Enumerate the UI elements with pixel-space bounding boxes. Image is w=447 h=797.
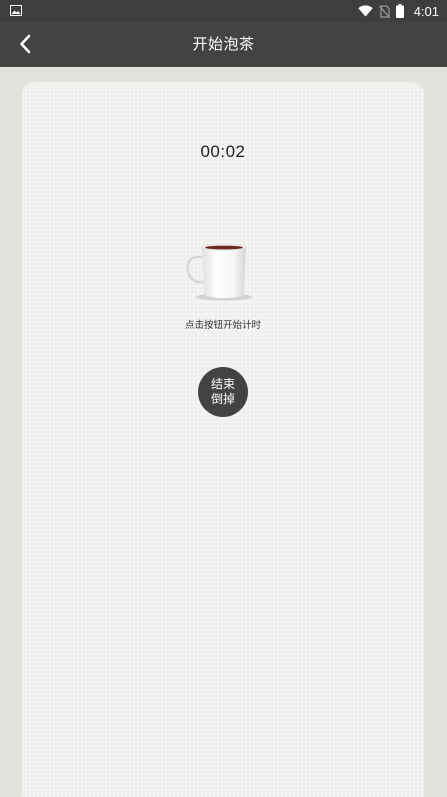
gallery-icon xyxy=(10,5,22,16)
timer-display: 00:02 xyxy=(200,142,246,161)
end-button-line1: 结束 xyxy=(210,377,235,391)
status-icons: 4:01 xyxy=(357,0,439,22)
end-button-line2: 倒掉 xyxy=(210,392,235,406)
tea-cup-image xyxy=(185,243,252,301)
no-sim-icon xyxy=(378,4,390,18)
end-pour-button[interactable]: 结束 倒掉 xyxy=(198,367,248,417)
page-title: 开始泡茶 xyxy=(192,35,255,53)
timer-hint: 点击按钮开始计时 xyxy=(184,320,261,331)
toolbar: 开始泡茶 xyxy=(0,22,447,67)
content-card: 00:02 点击按钮开始计时 结束 倒掉 xyxy=(22,82,424,797)
status-bar: 4:01 xyxy=(0,0,447,22)
battery-icon xyxy=(395,4,404,18)
wifi-icon xyxy=(357,5,373,17)
status-time: 4:01 xyxy=(413,3,439,19)
